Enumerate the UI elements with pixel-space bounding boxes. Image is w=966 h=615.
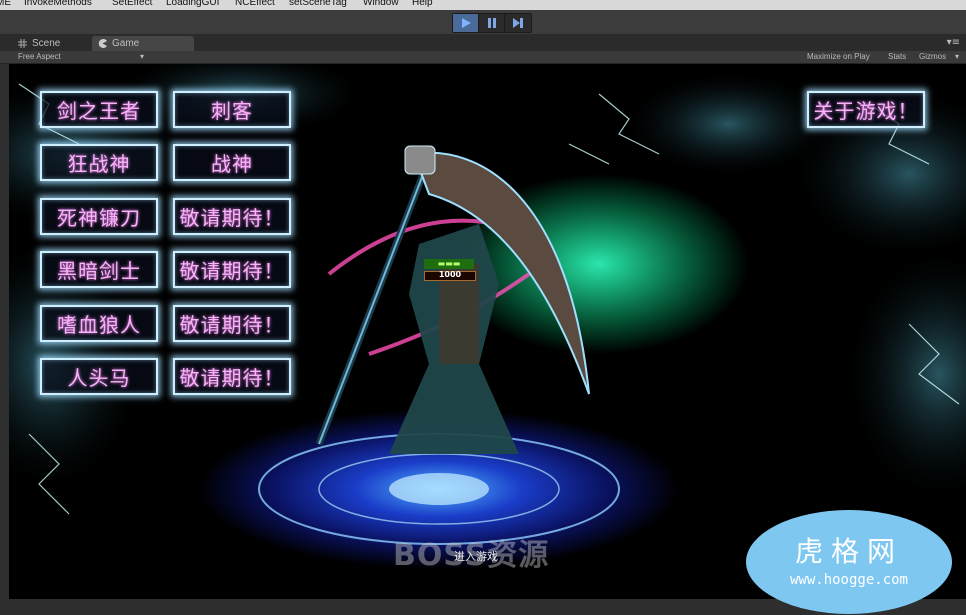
tab-game-label: Game [112, 38, 140, 49]
hero-button-berserker[interactable]: 狂战神 [40, 144, 158, 181]
aspect-dropdown-arrow-icon[interactable]: ▾ [140, 51, 144, 63]
stats-toggle[interactable]: Stats [888, 51, 906, 63]
game-pacman-icon [98, 39, 107, 48]
hero-button-sword-king[interactable]: 剑之王者 [40, 91, 158, 128]
menu-item-window[interactable]: Window [363, 0, 399, 8]
hero-button-label: 剑之王者 [57, 99, 141, 123]
hoogge-logo-url: www.hoogge.com [789, 572, 908, 588]
hero-button-death-scythe[interactable]: 死神镰刀 [40, 198, 158, 235]
menu-bar: ME InvokeMethods SetEffect LoadingGUI NC… [0, 0, 966, 10]
hoogge-logo: 虎格网 www.hoogge.com [746, 510, 952, 614]
play-icon [461, 18, 471, 28]
gizmos-dropdown[interactable]: Gizmos [919, 51, 946, 63]
hero-button-coming-soon[interactable]: 敬请期待！ [173, 251, 291, 288]
menu-item-set-effect[interactable]: SetEffect [112, 0, 152, 8]
hoogge-logo-name: 虎格网 [794, 535, 903, 568]
hero-button-label: 敬请期待！ [179, 206, 285, 230]
hero-button-label: 嗜血狼人 [57, 313, 141, 337]
editor-toolbar [0, 10, 966, 34]
menu-item-set-scene-tag[interactable]: setSceneTag [289, 0, 347, 8]
character-nameplate: ▬▬▬ [424, 259, 474, 269]
hero-button-bloodthirsty-werewolf[interactable]: 嗜血狼人 [40, 305, 158, 342]
game-view-toolbar: Free Aspect ▾ Maximize on Play Stats Giz… [0, 51, 966, 64]
enter-game-label: 进入游戏 [454, 550, 498, 563]
about-game-label: 关于游戏！ [813, 99, 919, 123]
hero-button-label: 敬请期待！ [179, 366, 285, 390]
maximize-on-play-toggle[interactable]: Maximize on Play [807, 51, 870, 63]
gizmos-dropdown-arrow-icon[interactable]: ▾ [955, 51, 959, 63]
hero-button-dark-swordsman[interactable]: 黑暗剑士 [40, 251, 158, 288]
tab-scene-label: Scene [32, 38, 61, 49]
hero-button-assassin[interactable]: 刺客 [173, 91, 291, 128]
tab-scene[interactable]: Scene [12, 36, 96, 51]
hero-button-label: 人头马 [67, 366, 131, 390]
scene-grid-icon [18, 39, 27, 48]
menu-item-loading-gui[interactable]: LoadingGUI [166, 0, 219, 8]
hero-button-label: 黑暗剑士 [57, 259, 141, 283]
tab-game[interactable]: Game [92, 36, 194, 51]
panel-menu-icon[interactable]: ▾≡ [947, 37, 960, 48]
hero-button-label: 刺客 [211, 99, 253, 123]
pause-icon [487, 18, 496, 28]
hero-button-coming-soon[interactable]: 敬请期待！ [173, 198, 291, 235]
aspect-dropdown[interactable]: Free Aspect [18, 51, 61, 63]
view-tab-bar: Scene Game ▾≡ [0, 34, 966, 51]
menu-item-nc-effect[interactable]: NCEffect [235, 0, 275, 8]
character-hp-bar: 1000 [424, 270, 476, 281]
about-game-button[interactable]: 关于游戏！ [807, 91, 925, 128]
hero-button-coming-soon[interactable]: 敬请期待！ [173, 358, 291, 395]
hero-button-label: 敬请期待！ [179, 313, 285, 337]
enter-game-button[interactable]: 进入游戏 [420, 546, 532, 566]
play-button[interactable] [453, 14, 479, 32]
menu-item-invoke-methods[interactable]: InvokeMethods [24, 0, 92, 8]
hero-button-label: 狂战神 [67, 152, 131, 176]
pause-button[interactable] [479, 14, 505, 32]
hero-button-war-god[interactable]: 战神 [173, 144, 291, 181]
hero-button-coming-soon[interactable]: 敬请期待！ [173, 305, 291, 342]
editor-left-edge [0, 64, 9, 599]
play-controls [452, 13, 532, 33]
character-hp-value: 1000 [438, 270, 462, 279]
hero-button-label: 死神镰刀 [57, 206, 141, 230]
step-icon [512, 18, 523, 28]
hero-button-centaur[interactable]: 人头马 [40, 358, 158, 395]
menu-item-me[interactable]: ME [0, 0, 11, 8]
menu-item-help[interactable]: Help [412, 0, 433, 8]
hero-button-label: 战神 [211, 152, 253, 176]
hero-button-label: 敬请期待！ [179, 259, 285, 283]
step-button[interactable] [505, 14, 530, 32]
